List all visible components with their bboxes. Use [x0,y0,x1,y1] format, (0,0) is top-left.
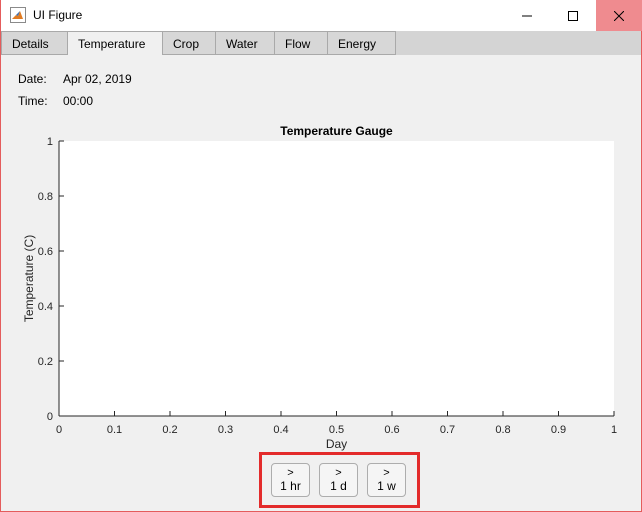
button-label: 1 w [377,479,396,493]
x-tick-label: 1 [611,424,617,436]
step-1-day-button[interactable]: > 1 d [319,463,358,497]
x-tick-label: 0.2 [162,424,177,436]
x-tick-label: 0.4 [273,424,288,436]
y-tick-label: 0.6 [38,246,53,258]
button-label: 1 d [330,479,347,493]
step-1-week-button[interactable]: > 1 w [367,463,406,497]
y-tick-label: 0.4 [38,301,53,313]
chart-title: Temperature Gauge [280,124,393,138]
y-tick-label: 0.8 [38,191,53,203]
step-1-hour-button[interactable]: > 1 hr [271,463,310,497]
y-axis-label: Temperature (C) [22,235,36,322]
x-tick-label: 0.7 [440,424,455,436]
y-tick-label: 0.2 [38,356,53,368]
x-tick-label: 0.5 [329,424,344,436]
x-tick-label: 0.1 [107,424,122,436]
x-tick-label: 0 [56,424,62,436]
x-tick-label: 0.6 [384,424,399,436]
x-axis-label: Day [326,437,347,451]
app-window: UI Figure Details Temperature Crop Water… [0,0,642,512]
plot-area [59,141,614,416]
x-tick-label: 0.9 [551,424,566,436]
temperature-chart: 0 0.1 0.2 0.3 0.4 0.5 0.6 0.7 0.8 0.9 1 0 0.2 0.4 0.6 0… [22,124,617,451]
y-tick-label: 1 [47,136,53,148]
button-label: 1 hr [280,479,301,493]
y-tick-label: 0 [47,411,53,423]
x-tick-label: 0.3 [218,424,233,436]
x-tick-label: 0.8 [495,424,510,436]
